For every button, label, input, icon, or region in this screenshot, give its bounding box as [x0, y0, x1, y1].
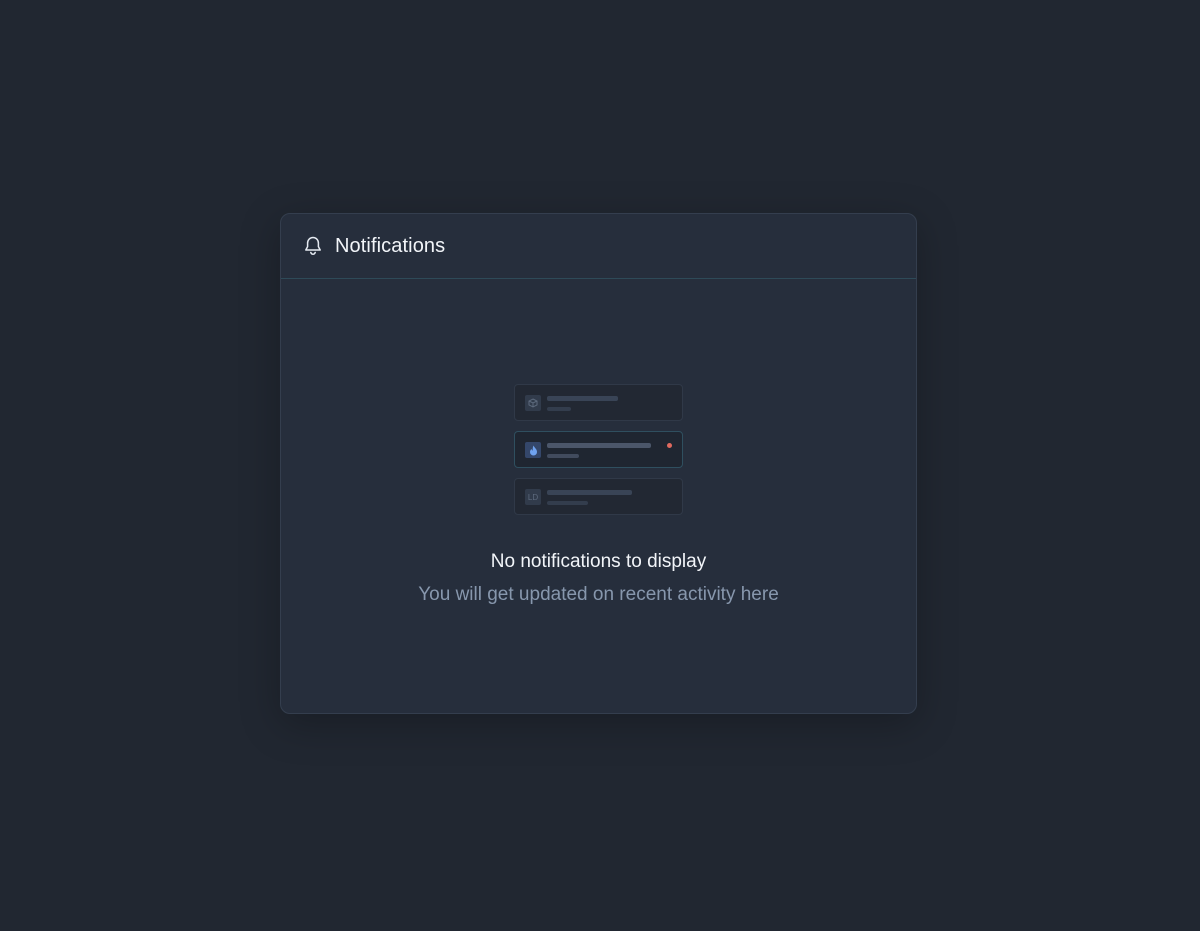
flame-icon: [525, 442, 541, 458]
empty-illustration: LD: [514, 384, 684, 525]
placeholder-line: [547, 407, 571, 411]
panel-title: Notifications: [335, 234, 446, 257]
placeholder-line: [547, 454, 579, 458]
panel-header: Notifications: [281, 214, 916, 279]
notifications-panel: Notifications LD No notifications to dis…: [280, 213, 917, 714]
placeholder-line: [547, 490, 632, 495]
panel-body: LD No notifications to display You will …: [281, 279, 916, 713]
empty-state-title: No notifications to display: [490, 551, 707, 572]
avatar: LD: [525, 489, 541, 505]
illustration-card: LD: [514, 478, 683, 515]
cube-icon: [525, 395, 541, 411]
placeholder-line: [547, 501, 588, 505]
illustration-card-unread: [514, 431, 683, 468]
empty-state-subtitle: You will get updated on recent activity …: [418, 584, 779, 605]
placeholder-line: [547, 396, 618, 401]
illustration-card: [514, 384, 683, 421]
placeholder-line: [547, 443, 651, 448]
bell-icon: [303, 235, 323, 257]
unread-dot: [667, 443, 672, 448]
